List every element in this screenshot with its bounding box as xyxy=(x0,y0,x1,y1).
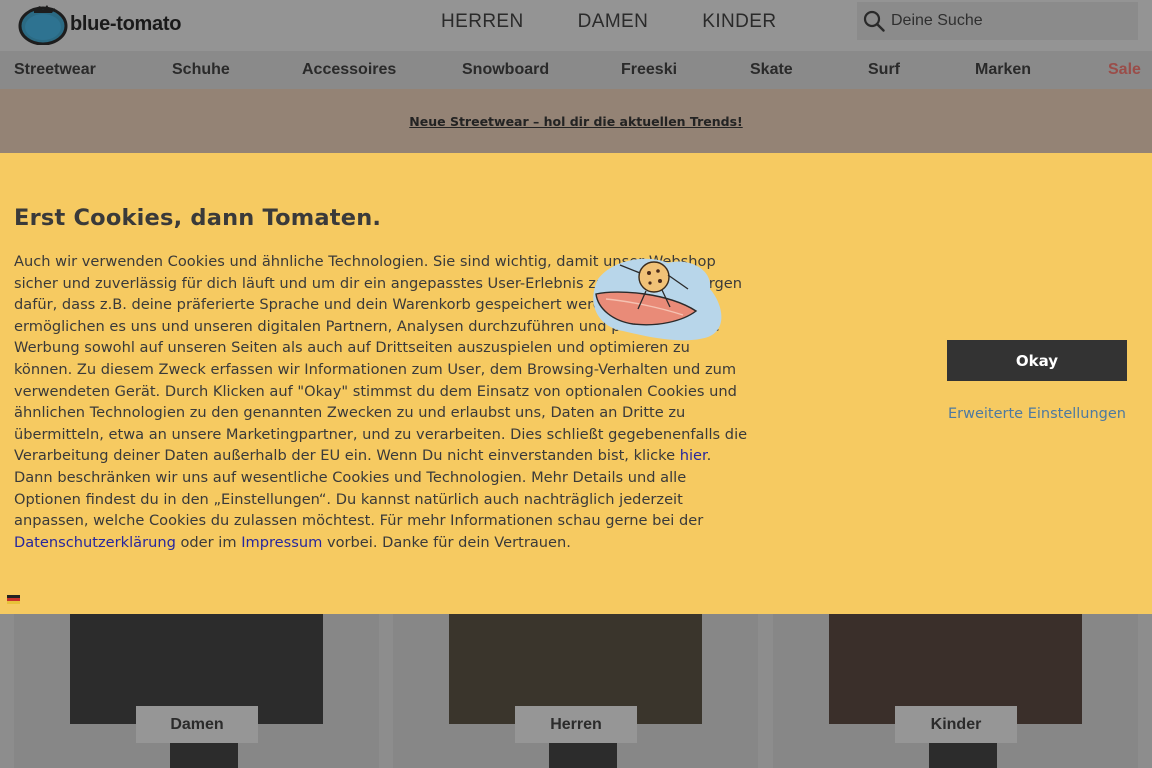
search-box[interactable] xyxy=(857,2,1138,40)
category-marken[interactable]: Marken xyxy=(975,51,1031,89)
category-tiles: Damen Herren Kinder xyxy=(0,614,1152,768)
tile-kinder[interactable]: Kinder xyxy=(773,614,1138,768)
category-nav: Streetwear Schuhe Accessoires Snowboard … xyxy=(0,51,1152,89)
tile-label-damen[interactable]: Damen xyxy=(136,706,258,743)
category-skate[interactable]: Skate xyxy=(750,51,793,89)
category-snowboard[interactable]: Snowboard xyxy=(462,51,549,89)
advanced-settings-link[interactable]: Erweiterte Einstellungen xyxy=(947,406,1127,422)
nav-kinder[interactable]: KINDER xyxy=(684,11,776,33)
category-freeski[interactable]: Freeski xyxy=(621,51,677,89)
okay-button[interactable]: Okay xyxy=(947,340,1127,381)
reject-link[interactable]: hier xyxy=(680,447,707,464)
category-surf[interactable]: Surf xyxy=(868,51,900,89)
logo[interactable]: blue-tomato xyxy=(18,2,181,46)
tile-damen[interactable]: Damen xyxy=(14,614,379,768)
privacy-link[interactable]: Datenschutzerklärung xyxy=(14,534,176,551)
tile-label-kinder[interactable]: Kinder xyxy=(895,706,1017,743)
cookie-text-part: oder im xyxy=(175,533,242,551)
category-accessoires[interactable]: Accessoires xyxy=(302,51,396,89)
tile-image-stem xyxy=(929,743,997,768)
tile-herren[interactable]: Herren xyxy=(393,614,758,768)
promo-link[interactable]: Neue Streetwear – hol dir die aktuellen … xyxy=(409,114,742,129)
cookie-surf-illustration xyxy=(593,258,722,341)
promo-banner: Neue Streetwear – hol dir die aktuellen … xyxy=(0,89,1152,153)
cookie-title: Erst Cookies, dann Tomaten. xyxy=(14,205,382,231)
nav-herren[interactable]: HERREN xyxy=(423,11,524,33)
search-icon[interactable] xyxy=(863,10,885,32)
logo-text: blue-tomato xyxy=(70,12,182,35)
category-schuhe[interactable]: Schuhe xyxy=(172,51,230,89)
tile-image-stem xyxy=(170,743,238,768)
tile-label-herren[interactable]: Herren xyxy=(515,706,637,743)
cookie-text-part: vorbei. Danke für dein Vertrauen. xyxy=(322,533,571,551)
tomato-logo-icon xyxy=(18,5,68,45)
search-input[interactable] xyxy=(891,12,1121,30)
tile-image-stem xyxy=(549,743,617,768)
imprint-link[interactable]: Impressum xyxy=(241,534,322,551)
nav-damen[interactable]: DAMEN xyxy=(560,11,649,33)
header: blue-tomato HERREN DAMEN KINDER xyxy=(0,0,1152,51)
cookie-banner: Erst Cookies, dann Tomaten. Auch wir ver… xyxy=(0,153,1152,614)
german-flag-icon[interactable] xyxy=(7,595,20,604)
main-nav: HERREN DAMEN KINDER xyxy=(423,0,776,44)
category-streetwear[interactable]: Streetwear xyxy=(14,51,96,89)
category-sale[interactable]: Sale xyxy=(1108,51,1141,89)
